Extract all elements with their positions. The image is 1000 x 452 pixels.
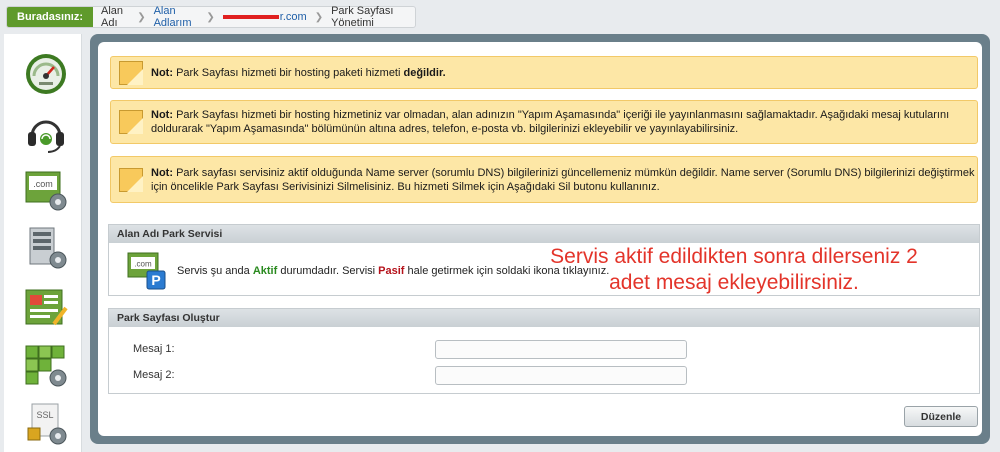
sidebar: .com SSL: [4, 34, 82, 452]
breadcrumb-label: Alan Adı: [101, 5, 124, 29]
svg-text:.com: .com: [33, 179, 53, 189]
annotation-overlay: Servis aktif edildikten sonra dilerseniz…: [514, 244, 954, 296]
svg-text:SSL: SSL: [36, 410, 53, 420]
speedometer-icon[interactable]: [24, 52, 68, 96]
chevron-right-icon: ❯: [137, 11, 146, 23]
breadcrumb: Buradasınız: Alan Adı ❯ Alan Adlarım ❯ r…: [6, 5, 416, 29]
edit-button[interactable]: Düzenle: [904, 406, 978, 427]
breadcrumb-item-park-page: Park Sayfası Yönetimi: [323, 5, 415, 29]
ssl-settings-icon[interactable]: SSL: [24, 402, 68, 446]
sticky-note-icon: [119, 60, 143, 85]
message2-field[interactable]: [435, 366, 687, 385]
redaction-mark: [222, 15, 279, 19]
message2-label: Mesaj 2:: [133, 369, 175, 381]
breadcrumb-label: Park Sayfası Yönetimi: [331, 5, 394, 29]
message1-label: Mesaj 1:: [133, 343, 175, 355]
note-dns-warning: Not: Park sayfası servisiniz aktif olduğ…: [110, 156, 978, 203]
note-hosting-info: Not: Park Sayfası hizmeti bir hosting pa…: [110, 56, 978, 89]
chevron-right-icon: ❯: [314, 11, 324, 23]
domain-settings-icon[interactable]: .com: [24, 168, 68, 212]
message1-field[interactable]: [435, 340, 687, 359]
status-passive-label: Pasif: [378, 265, 405, 277]
breadcrumb-here-label: Buradasınız:: [7, 7, 94, 27]
hosting-cubes-icon[interactable]: [24, 344, 68, 388]
headset-support-icon[interactable]: [24, 110, 68, 154]
section-header: Park Sayfası Oluştur: [109, 309, 979, 327]
server-settings-icon[interactable]: [24, 226, 68, 270]
park-create-section: Park Sayfası Oluştur Mesaj 1: Mesaj 2:: [108, 308, 980, 394]
annotation-line: Servis aktif edildikten sonra dilerseniz…: [550, 245, 918, 268]
breadcrumb-link[interactable]: r.com: [280, 11, 307, 23]
main-content: Not: Park Sayfası hizmeti bir hosting pa…: [98, 42, 982, 436]
breadcrumb-link[interactable]: Alan Adlarım: [154, 5, 199, 29]
sticky-note-icon: [119, 167, 143, 192]
section-header: Alan Adı Park Servisi: [109, 225, 979, 243]
content-edit-icon[interactable]: [24, 286, 68, 330]
main-panel: Not: Park Sayfası hizmeti bir hosting pa…: [90, 34, 990, 444]
note-text: Not: Park Sayfası hizmeti bir hosting hi…: [151, 109, 950, 135]
chevron-right-icon: ❯: [206, 11, 215, 23]
breadcrumb-item-domain: Alan Adı ❯: [93, 5, 146, 29]
sticky-note-icon: [119, 110, 143, 134]
breadcrumb-item-current-domain[interactable]: r.com ❯: [215, 11, 323, 23]
breadcrumb-item-my-domains[interactable]: Alan Adlarım ❯: [146, 5, 215, 29]
park-icon-domain-text: .com: [134, 260, 152, 269]
annotation-line: adet mesaj ekleyebilirsiniz.: [609, 271, 859, 294]
note-text: Not: Park Sayfası hizmeti bir hosting pa…: [151, 66, 446, 79]
park-icon-badge: P: [151, 272, 160, 288]
park-toggle-icon[interactable]: .com P: [127, 251, 167, 291]
note-park-usage: Not: Park Sayfası hizmeti bir hosting hi…: [110, 100, 978, 144]
note-text: Not: Park sayfası servisiniz aktif olduğ…: [151, 166, 975, 193]
status-active-label: Aktif: [252, 265, 278, 277]
